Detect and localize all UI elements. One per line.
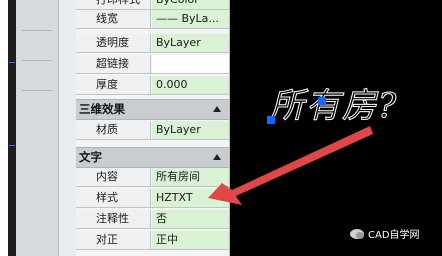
property-key: 厚度	[76, 76, 151, 94]
drawing-canvas[interactable]: 所有房? CAD自学网	[230, 0, 442, 256]
property-row-justify[interactable]: 对正 正中	[76, 231, 229, 250]
property-value[interactable]: ByColor	[152, 0, 229, 9]
property-key: 线宽	[76, 10, 151, 28]
property-row-thickness[interactable]: 厚度 0.000	[76, 76, 229, 95]
property-key: 超链接	[76, 55, 151, 73]
section-title: 文字	[79, 150, 102, 164]
property-value[interactable]	[152, 55, 229, 73]
strip-tick	[9, 145, 15, 146]
properties-panel: 打印样式 ByColor 线宽 —— ByLa... 透明度 ByLayer 超…	[76, 0, 232, 256]
collapse-arrow-icon[interactable]	[213, 154, 221, 160]
text-grip-insertion[interactable]	[267, 116, 275, 124]
property-row-annotative[interactable]: 注释性 否	[76, 210, 229, 229]
section-title: 三维效果	[79, 102, 125, 116]
palette-gutter	[16, 0, 59, 256]
property-row-style[interactable]: 样式 HZTXT	[76, 189, 229, 208]
property-row-plotstyle[interactable]: 打印样式 ByColor	[76, 0, 229, 10]
property-value[interactable]: 否	[152, 210, 229, 228]
property-value[interactable]: ByLayer	[152, 34, 229, 52]
property-value[interactable]: HZTXT	[152, 189, 229, 207]
property-value[interactable]: 所有房间	[152, 168, 229, 186]
property-row-contents[interactable]: 内容 所有房间	[76, 168, 229, 187]
property-row-transparency[interactable]: 透明度 ByLayer	[76, 34, 229, 53]
property-key: 打印样式	[76, 0, 151, 9]
property-key: 透明度	[76, 34, 151, 52]
watermark-label: CAD自学网	[368, 230, 420, 241]
property-key: 内容	[76, 168, 151, 186]
selected-text-entity[interactable]: 所有房?	[269, 78, 398, 127]
property-value[interactable]: —— ByLa...	[152, 10, 229, 28]
property-key: 材质	[76, 121, 151, 139]
property-value[interactable]: ByLayer	[152, 121, 229, 139]
section-text[interactable]: 文字	[76, 147, 229, 168]
property-row-lineweight[interactable]: 线宽 —— ByLa...	[76, 10, 229, 29]
section-3d-effects[interactable]: 三维效果	[76, 99, 229, 120]
text-grip-center[interactable]	[318, 97, 326, 105]
property-row-material[interactable]: 材质 ByLayer	[76, 121, 229, 140]
property-row-hyperlink[interactable]: 超链接	[76, 55, 229, 74]
property-value[interactable]: 正中	[152, 231, 229, 249]
watermark: CAD自学网	[350, 226, 420, 241]
property-value[interactable]: 0.000	[152, 76, 229, 94]
property-key: 注释性	[76, 210, 151, 228]
property-key: 对正	[76, 231, 151, 249]
strip-tick	[9, 62, 15, 63]
property-key: 样式	[76, 189, 151, 207]
wechat-icon	[350, 228, 364, 239]
collapse-arrow-icon[interactable]	[213, 106, 221, 112]
properties-palette: 打印样式 ByColor 线宽 —— ByLa... 透明度 ByLayer 超…	[16, 0, 238, 256]
left-edge-strip	[8, 0, 16, 256]
